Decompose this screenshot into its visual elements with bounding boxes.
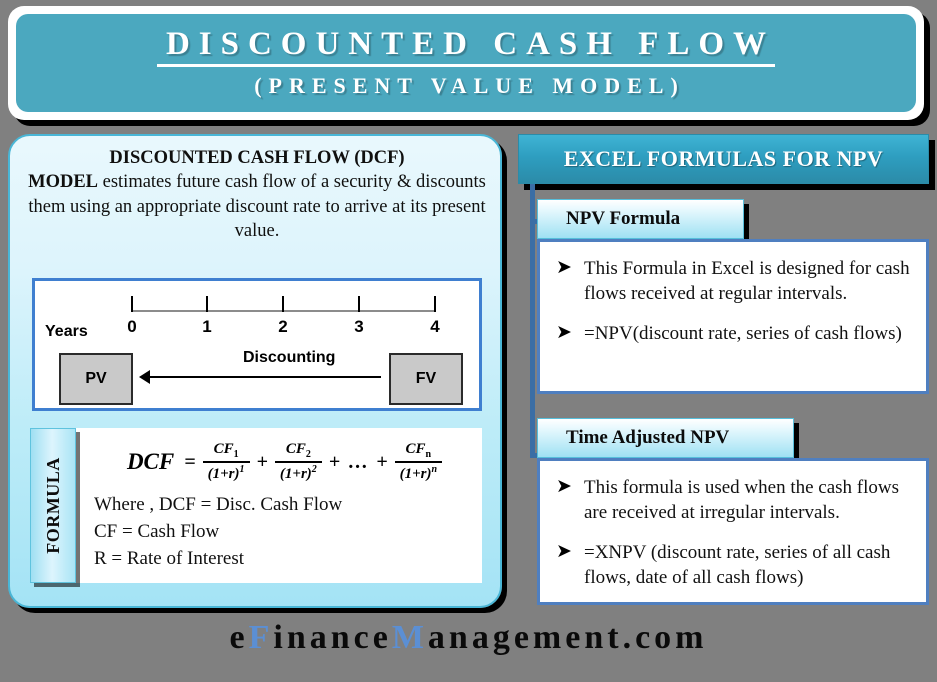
- npv-bullet-1-text: This Formula in Excel is designed for ca…: [584, 258, 910, 305]
- formula-body: DCF = CF1 (1+r)1 + CF2 (1+r)2 + … + CFn …: [84, 428, 482, 583]
- term-2-num-sub: 2: [305, 449, 311, 460]
- excel-formulas-section-header: EXCEL FORMULAS FOR NPV: [518, 134, 929, 184]
- dcf-description-body: estimates future cash flow of a security…: [28, 172, 486, 242]
- term-1-den-base: (1+r): [207, 466, 240, 482]
- dcf-definition-panel: DISCOUNTED CASH FLOW (DCF) MODEL estimat…: [8, 134, 502, 608]
- brand-part-5: anagement.com: [427, 619, 708, 656]
- equation-equals: =: [184, 450, 196, 473]
- timeline-tick-1: [206, 296, 208, 312]
- formula-vertical-tab: FORMULA: [30, 428, 76, 583]
- dcf-description: DISCOUNTED CASH FLOW (DCF) MODEL estimat…: [24, 146, 490, 244]
- formula-tab-label: FORMULA: [42, 457, 63, 554]
- arrow-bullet-icon: ➤: [556, 476, 572, 497]
- term-n-den-base: (1+r): [399, 466, 432, 482]
- term-n-den-sup: n: [431, 464, 438, 475]
- list-item: ➤ This formula is used when the cash flo…: [550, 475, 914, 526]
- term-2-den-base: (1+r): [279, 466, 312, 482]
- equation-plus-3: +: [376, 450, 388, 473]
- legend-line-3: R = Rate of Interest: [94, 547, 245, 569]
- term-2-den-sup: 2: [311, 464, 317, 475]
- term-1-numerator: CF1: [209, 441, 244, 461]
- arrow-bullet-icon: ➤: [556, 321, 572, 343]
- equation-term-2: CF2 (1+r)2: [274, 441, 322, 483]
- header-frame: DISCOUNTED CASH FLOW (PRESENT VALUE MODE…: [8, 6, 924, 120]
- term-n-denominator: (1+r)n: [394, 461, 443, 483]
- dcf-description-bold-secondary: MODEL: [28, 172, 98, 193]
- timeline-label-0: 0: [127, 317, 137, 336]
- term-1-denominator: (1+r)1: [202, 461, 250, 483]
- xnpv-formula-content-box: ➤ This formula is used when the cash flo…: [537, 458, 929, 605]
- excel-formulas-title: EXCEL FORMULAS FOR NPV: [563, 146, 884, 171]
- list-item: ➤ =XNPV (discount rate, series of all ca…: [550, 540, 914, 591]
- brand-part-m: M: [391, 619, 428, 656]
- equation-term-n: CFn (1+r)n: [394, 441, 443, 483]
- tab-npv-formula[interactable]: NPV Formula: [537, 199, 744, 239]
- timeline-tick-2: [282, 296, 284, 312]
- term-n-num-sub: n: [425, 449, 432, 460]
- timeline-tick-0: [131, 296, 133, 312]
- brand-text: eFinanceManagement.com: [230, 619, 708, 657]
- list-item: ➤ =NPV(discount rate, series of cash flo…: [550, 321, 914, 346]
- tab-time-adjusted-npv[interactable]: Time Adjusted NPV: [537, 418, 794, 458]
- brand-part-f: F: [248, 619, 274, 656]
- npv-formula-content-box: ➤ This Formula in Excel is designed for …: [537, 239, 929, 394]
- list-item: ➤ This Formula in Excel is designed for …: [550, 256, 914, 307]
- equation-plus-2: +: [328, 450, 341, 473]
- formula-card: FORMULA DCF = CF1 (1+r)1 + CF2 (1+r)2 +: [30, 428, 482, 583]
- arrow-bullet-icon: ➤: [556, 257, 572, 278]
- timeline-label-1: 1: [202, 317, 212, 336]
- term-n-numerator: CFn: [401, 441, 437, 461]
- xnpv-bullet-2-text: =XNPV (discount rate, series of all cash…: [584, 541, 891, 588]
- brand-part-3: inance: [273, 619, 392, 656]
- header-banner: DISCOUNTED CASH FLOW (PRESENT VALUE MODE…: [16, 14, 916, 112]
- equation-ellipsis: …: [348, 450, 369, 473]
- term-2-denominator: (1+r)2: [274, 461, 322, 483]
- timeline-diagram: Years 0 1 2 3 4 PV FV Discounting: [32, 278, 482, 411]
- present-value-box: PV: [59, 353, 133, 405]
- term-1-num-sub: 1: [233, 449, 239, 460]
- timeline-label-2: 2: [278, 317, 288, 336]
- brand-part-1: e: [229, 619, 249, 656]
- future-value-box: FV: [389, 353, 463, 405]
- dcf-description-bold-primary: DISCOUNTED CASH FLOW (DCF): [109, 148, 405, 168]
- npv-bullet-2-text: =NPV(discount rate, series of cash flows…: [584, 322, 902, 344]
- equation-plus-1: +: [256, 450, 268, 473]
- timeline-tick-3: [358, 296, 360, 312]
- tab-npv-formula-label: NPV Formula: [566, 208, 681, 229]
- dcf-equation: DCF = CF1 (1+r)1 + CF2 (1+r)2 + … + CFn …: [90, 434, 482, 490]
- term-1-den-sup: 1: [239, 464, 245, 475]
- arrow-bullet-icon: ➤: [556, 540, 572, 562]
- xnpv-bullet-1-text: This formula is used when the cash flows…: [584, 477, 900, 524]
- discounting-arrow-head-icon: [139, 370, 150, 384]
- formula-legend: Where , DCF = Disc. Cash Flow CF = Cash …: [94, 492, 342, 573]
- equation-term-1: CF1 (1+r)1: [202, 441, 250, 483]
- discounting-label: Discounting: [243, 349, 336, 366]
- term-n-num-base: CF: [405, 441, 426, 457]
- legend-line-1: Where , DCF = Disc. Cash Flow: [94, 494, 343, 515]
- equation-lhs: DCF: [126, 449, 175, 474]
- infographic-canvas: DISCOUNTED CASH FLOW (PRESENT VALUE MODE…: [0, 0, 937, 682]
- timeline-tick-4: [434, 296, 436, 312]
- timeline-axis-label: Years: [45, 323, 88, 340]
- discounting-arrow-line: [148, 376, 381, 378]
- connector-vertical-line: [530, 184, 535, 458]
- timeline-label-3: 3: [354, 317, 364, 336]
- page-title: DISCOUNTED CASH FLOW: [156, 26, 776, 68]
- term-2-numerator: CF2: [281, 441, 316, 461]
- site-branding: eFinanceManagement.com: [0, 608, 937, 668]
- legend-line-2: CF = Cash Flow: [94, 520, 220, 542]
- page-subtitle: (PRESENT VALUE MODEL): [254, 73, 685, 99]
- timeline-label-4: 4: [430, 317, 440, 336]
- term-1-num-base: CF: [213, 441, 234, 457]
- tab-time-adjusted-npv-label: Time Adjusted NPV: [566, 427, 730, 448]
- term-2-num-base: CF: [285, 441, 306, 457]
